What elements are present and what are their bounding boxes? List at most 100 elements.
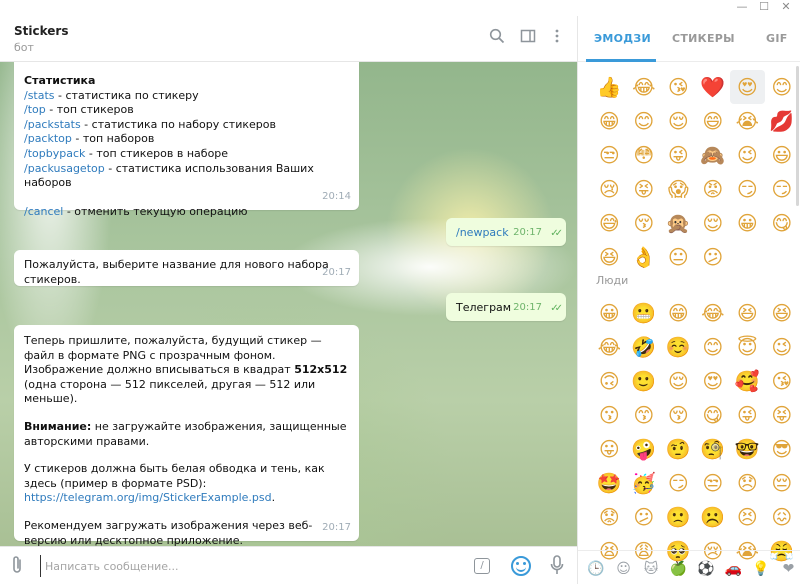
emoji-item[interactable]: 😝 <box>627 172 662 206</box>
emoji-icon[interactable] <box>511 556 531 576</box>
emoji-item[interactable]: 🥳 <box>627 466 662 500</box>
emoji-item[interactable]: 😚 <box>661 398 696 432</box>
emoji-item[interactable]: 💋 <box>765 104 800 138</box>
command-link[interactable]: /packtop <box>24 132 72 145</box>
emoji-item[interactable]: 😭 <box>730 104 765 138</box>
tab-emoji[interactable]: ЭМОДЗИ <box>594 32 651 45</box>
emoji-item[interactable]: 😗 <box>592 398 627 432</box>
emoji-item[interactable]: 😀 <box>592 296 627 330</box>
smileys-icon[interactable]: ☺ <box>614 559 634 579</box>
emoji-item[interactable]: 😚 <box>627 206 662 240</box>
emoji-item[interactable]: 😡 <box>696 172 731 206</box>
emoji-item[interactable]: 😐 <box>661 240 696 274</box>
emoji-item[interactable]: 😋 <box>696 398 731 432</box>
emoji-item[interactable]: 🙃 <box>592 364 627 398</box>
emoji-item[interactable]: 😄 <box>696 104 731 138</box>
emoji-item[interactable]: 😏 <box>730 172 765 206</box>
emoji-item[interactable]: 🙈 <box>696 138 731 172</box>
emoji-item[interactable]: 🤨 <box>661 432 696 466</box>
emoji-item[interactable]: 😂 <box>592 330 627 364</box>
emoji-item[interactable]: 👍 <box>592 70 627 104</box>
recent-icon[interactable]: 🕒 <box>586 559 606 579</box>
command-link[interactable]: /newpack <box>456 226 509 239</box>
search-icon[interactable] <box>486 28 508 50</box>
microphone-icon[interactable] <box>550 555 564 579</box>
emoji-item[interactable]: 😆 <box>592 240 627 274</box>
emoji-item[interactable]: 😅 <box>592 206 627 240</box>
emoji-item[interactable]: 😂 <box>627 70 662 104</box>
emoji-item[interactable]: 😔 <box>765 466 800 500</box>
emoji-item[interactable]: 🥰 <box>730 364 765 398</box>
emoji-item[interactable]: 😏 <box>661 466 696 500</box>
emoji-item[interactable]: 🙁 <box>661 500 696 534</box>
emoji-item[interactable]: 😏 <box>765 172 800 206</box>
emoji-item[interactable]: 😍 <box>730 70 765 104</box>
message-input[interactable] <box>40 555 460 577</box>
command-link[interactable]: /stats <box>24 89 55 102</box>
command-link[interactable]: /top <box>24 103 46 116</box>
emoji-item[interactable]: 😉 <box>765 330 800 364</box>
sidebar-toggle-icon[interactable] <box>517 28 539 50</box>
tab-stickers[interactable]: СТИКЕРЫ <box>672 32 735 45</box>
animals-icon[interactable]: 🐱 <box>641 559 661 579</box>
command-link[interactable]: /packstats <box>24 118 81 131</box>
emoji-item[interactable]: 🤩 <box>592 466 627 500</box>
sticker-example-link[interactable]: https://telegram.org/img/StickerExample.… <box>24 491 272 504</box>
emoji-item[interactable]: ☺️ <box>661 330 696 364</box>
emoji-item[interactable]: 😙 <box>627 398 662 432</box>
emoji-item[interactable]: 😊 <box>696 330 731 364</box>
chat-header[interactable]: Stickers бот <box>0 16 577 62</box>
emoji-item[interactable]: 😒 <box>696 466 731 500</box>
emoji-item[interactable]: 😌 <box>696 206 731 240</box>
emoji-item[interactable]: 😇 <box>730 330 765 364</box>
emoji-item[interactable]: 😱 <box>661 172 696 206</box>
emoji-item[interactable]: 😃 <box>765 138 800 172</box>
bot-commands-button[interactable]: / <box>474 558 490 574</box>
minimize-button[interactable]: — <box>732 0 752 16</box>
emoji-item[interactable]: 😣 <box>730 500 765 534</box>
emoji-item[interactable]: 😆 <box>765 296 800 330</box>
emoji-item[interactable]: 🤓 <box>730 432 765 466</box>
emoji-item[interactable]: 😒 <box>592 138 627 172</box>
emoji-item[interactable]: 👌 <box>627 240 662 274</box>
emoji-item[interactable]: 😍 <box>696 364 731 398</box>
emoji-item[interactable]: 😖 <box>765 500 800 534</box>
emoji-item[interactable]: 🙊 <box>661 206 696 240</box>
emoji-item[interactable]: 😘 <box>765 364 800 398</box>
emoji-item[interactable]: 🤣 <box>627 330 662 364</box>
command-link[interactable]: /topbypack <box>24 147 85 160</box>
emoji-item[interactable]: 😎 <box>765 432 800 466</box>
close-window-button[interactable]: ✕ <box>776 0 796 16</box>
emoji-item[interactable]: ❤️ <box>696 70 731 104</box>
emoji-item[interactable]: 😕 <box>627 500 662 534</box>
food-icon[interactable]: 🍏 <box>669 559 689 579</box>
more-options-icon[interactable] <box>546 28 568 50</box>
chat-history[interactable]: Статистика /stats - статистика по стикер… <box>0 62 577 546</box>
cancel-command-link[interactable]: /cancel <box>24 205 63 218</box>
emoji-item[interactable]: 😊 <box>765 70 800 104</box>
tab-gif[interactable]: GIF <box>766 32 788 45</box>
emoji-item[interactable]: 😋 <box>765 206 800 240</box>
emoji-item[interactable]: 😁 <box>661 296 696 330</box>
symbols-icon[interactable]: ❤ <box>779 559 799 579</box>
emoji-item[interactable]: 🤪 <box>627 432 662 466</box>
emoji-item[interactable]: 😕 <box>696 240 731 274</box>
emoji-item[interactable]: 😟 <box>592 500 627 534</box>
emoji-item[interactable]: 😝 <box>765 398 800 432</box>
emoji-item[interactable]: 😊 <box>627 104 662 138</box>
emoji-item[interactable]: 😂 <box>696 296 731 330</box>
emoji-item[interactable]: 😌 <box>661 364 696 398</box>
emoji-item[interactable]: 😳 <box>627 138 662 172</box>
emoji-item[interactable]: 😉 <box>730 138 765 172</box>
emoji-item[interactable]: 😘 <box>661 70 696 104</box>
emoji-item[interactable]: 😀 <box>730 206 765 240</box>
emoji-item[interactable]: ☹️ <box>696 500 731 534</box>
sports-icon[interactable]: ⚽ <box>696 559 716 579</box>
objects-icon[interactable]: 💡 <box>751 559 771 579</box>
maximize-button[interactable]: ☐ <box>754 0 774 16</box>
command-link[interactable]: /packusagetop <box>24 162 105 175</box>
travel-icon[interactable]: 🚗 <box>724 559 744 579</box>
emoji-item[interactable]: 😌 <box>661 104 696 138</box>
emoji-item[interactable]: 😛 <box>592 432 627 466</box>
emoji-item[interactable]: 🧐 <box>696 432 731 466</box>
